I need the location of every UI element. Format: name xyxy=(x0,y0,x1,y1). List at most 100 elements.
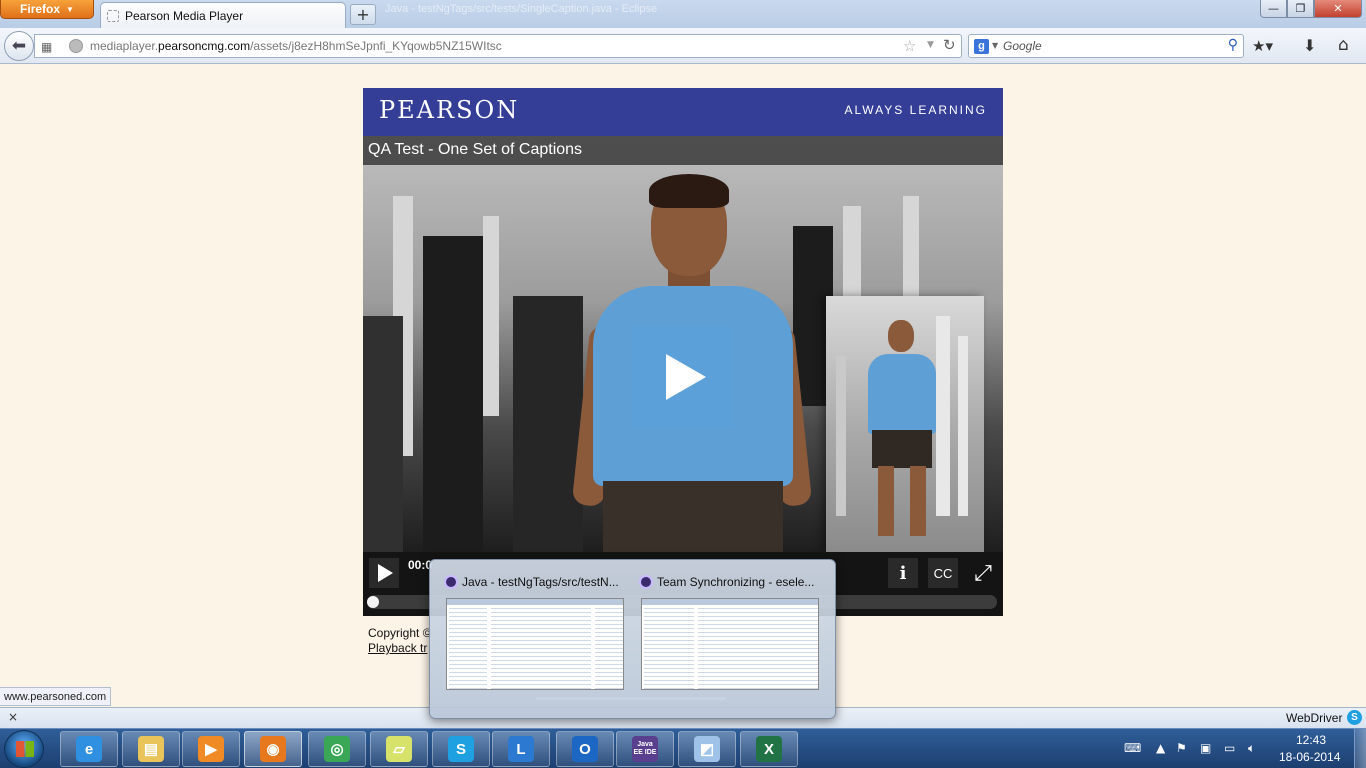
reload-icon[interactable]: ↻ xyxy=(943,36,956,54)
info-button[interactable]: i xyxy=(888,558,918,588)
person-shirt xyxy=(868,354,936,434)
copyright-text: Copyright © xyxy=(368,626,432,640)
clock-date[interactable]: 18-06-2014 xyxy=(1279,750,1340,764)
home-icon[interactable]: ⌂ xyxy=(1338,35,1349,55)
search-bar[interactable]: g ▼ ⚲ xyxy=(968,34,1244,58)
network-icon[interactable]: ▭ xyxy=(1224,741,1235,755)
skype-icon[interactable]: S xyxy=(1347,710,1362,725)
lync-icon: L xyxy=(508,736,534,762)
thumbnail-scroll-indicator xyxy=(536,697,726,700)
close-window-button[interactable]: ✕ xyxy=(1314,0,1362,18)
show-hidden-icons-icon[interactable]: ▲ xyxy=(1156,741,1165,755)
sticky-notes-icon: ▱ xyxy=(386,736,412,762)
window-title: Java - testNgTags/src/tests/SingleCaptio… xyxy=(385,3,658,15)
navigation-bar: ▦ mediaplayer.pearsoncmg.com/assets/j8ez… xyxy=(0,28,1366,64)
thumbnail-item[interactable]: Java - testNgTags/src/testN... xyxy=(430,566,624,696)
taskbar-firefox-button[interactable]: ◉ xyxy=(244,731,302,767)
volume-icon[interactable]: 🔈︎ xyxy=(1248,741,1255,756)
picture-in-picture-video xyxy=(826,296,984,552)
thumbnail-title-text: Java - testNgTags/src/testN... xyxy=(462,575,619,589)
taskbar-chrome-button[interactable]: ◎ xyxy=(308,731,366,767)
taskbar-windows-explorer-button[interactable]: ▤ xyxy=(122,731,180,767)
gym-rack xyxy=(483,216,499,416)
url-host-prefix: mediaplayer. xyxy=(90,39,159,53)
url-text[interactable]: mediaplayer.pearsoncmg.com/assets/j8ezH8… xyxy=(90,39,502,53)
star-icon[interactable]: ☆ xyxy=(903,37,916,55)
firefox-menu-button[interactable]: Firefox ▼ xyxy=(0,0,94,19)
taskbar-lync-button[interactable]: L xyxy=(492,731,550,767)
taskbar-eclipse-java-ee-button[interactable]: Java EE IDE xyxy=(616,731,674,767)
media-player-icon: ▶ xyxy=(198,736,224,762)
preview-pane xyxy=(595,605,623,689)
preview-pane xyxy=(698,605,818,689)
tab-pearson-media-player[interactable]: Pearson Media Player xyxy=(100,2,346,28)
taskbar-notepad-button[interactable]: ◩ xyxy=(678,731,736,767)
apps-icon[interactable]: ▦ xyxy=(41,40,52,54)
excel-icon: X xyxy=(756,736,782,762)
thumbnail-title: Team Synchronizing - esele... xyxy=(639,575,821,589)
taskbar-internet-explorer-button[interactable]: e xyxy=(60,731,118,767)
minimize-button[interactable]: — xyxy=(1260,0,1287,18)
search-input[interactable] xyxy=(1003,38,1203,54)
play-icon xyxy=(666,354,706,400)
taskbar-thumbnail-popup: Java - testNgTags/src/testN... Team Sync… xyxy=(429,559,836,719)
notepad-icon: ◩ xyxy=(694,736,720,762)
video-title-bar: QA Test - One Set of Captions xyxy=(363,136,1003,165)
show-desktop-button[interactable] xyxy=(1354,729,1366,768)
gym-machine xyxy=(363,316,403,552)
tab-title: Pearson Media Player xyxy=(125,8,244,23)
bookmarks-icon[interactable]: ★▾ xyxy=(1252,37,1273,55)
start-button[interactable] xyxy=(4,730,44,768)
clock-time[interactable]: 12:43 xyxy=(1296,733,1326,747)
fullscreen-button[interactable]: ⤢ xyxy=(968,558,998,588)
new-tab-button[interactable]: + xyxy=(350,4,376,25)
url-bar[interactable]: ▦ mediaplayer.pearsoncmg.com/assets/j8ez… xyxy=(34,34,962,58)
taskbar-media-player-button[interactable]: ▶ xyxy=(182,731,240,767)
chevron-down-icon[interactable]: ▼ xyxy=(927,40,934,50)
webdriver-label: WebDriver xyxy=(1286,711,1343,725)
globe-icon[interactable] xyxy=(69,39,83,53)
firefox-icon: ◉ xyxy=(260,736,286,762)
taskbar-excel-button[interactable]: X xyxy=(740,731,798,767)
thumbnail-title: Java - testNgTags/src/testN... xyxy=(444,575,626,589)
google-engine-icon[interactable]: g xyxy=(974,39,989,54)
chevron-down-icon[interactable]: ▼ xyxy=(992,41,998,50)
firefox-menu-label: Firefox xyxy=(20,2,61,16)
pearson-logo: PEARSON xyxy=(379,96,520,124)
chrome-icon: ◎ xyxy=(324,736,350,762)
system-tray: ⌨ ▲ ⚑ ▣ ▭ 🔈︎ xyxy=(1120,733,1290,765)
player-header: PEARSON ALWAYS LEARNING xyxy=(363,88,1003,136)
gym-machine xyxy=(836,356,846,516)
url-path: /assets/j8ezH8hmSeJpnfi_KYqowb5NZ15WItsc xyxy=(250,39,502,53)
thumbnail-title-text: Team Synchronizing - esele... xyxy=(657,575,815,589)
close-addon-bar-icon[interactable]: × xyxy=(8,710,18,724)
back-button[interactable]: ⬅ xyxy=(4,31,34,61)
taskbar-outlook-button[interactable]: O xyxy=(556,731,614,767)
action-center-icon[interactable]: ⚑ xyxy=(1176,741,1187,755)
download-icon[interactable]: ⬇ xyxy=(1303,36,1316,55)
keyboard-icon[interactable]: ⌨ xyxy=(1124,741,1141,755)
favicon-icon xyxy=(107,9,119,22)
big-play-button[interactable] xyxy=(631,326,733,428)
person-hair xyxy=(649,174,729,208)
thumbnail-item[interactable]: Team Synchronizing - esele... xyxy=(625,566,819,696)
tagline: ALWAYS LEARNING xyxy=(844,103,987,117)
url-host-domain: pearsoncmg.com xyxy=(158,39,251,53)
playback-link[interactable]: Playback tr xyxy=(368,641,427,655)
person-shorts xyxy=(872,430,932,468)
gym-machine xyxy=(423,236,483,552)
chevron-down-icon: ▼ xyxy=(66,4,74,14)
internet-explorer-icon: e xyxy=(76,736,102,762)
taskbar-skype-button[interactable]: S xyxy=(432,731,490,767)
play-button[interactable] xyxy=(369,558,399,588)
maximize-button[interactable]: ❐ xyxy=(1287,0,1314,18)
thumbnail-preview xyxy=(446,598,624,690)
progress-handle[interactable] xyxy=(367,596,379,608)
device-icon[interactable]: ▣ xyxy=(1200,741,1211,755)
thumbnail-preview xyxy=(641,598,819,690)
magnifier-icon[interactable]: ⚲ xyxy=(1228,37,1238,53)
preview-pane xyxy=(491,605,591,689)
taskbar-sticky-notes-button[interactable]: ▱ xyxy=(370,731,428,767)
title-bar: Firefox ▼ Java - testNgTags/src/tests/Si… xyxy=(0,0,1366,28)
closed-captions-button[interactable]: CC xyxy=(928,558,958,588)
